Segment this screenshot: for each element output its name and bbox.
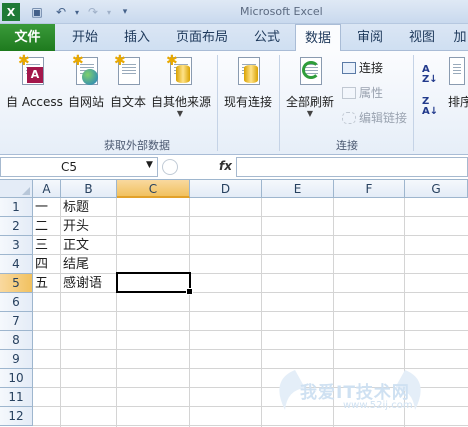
active-cell-c5[interactable] (116, 272, 193, 295)
name-box[interactable]: C5 (0, 157, 158, 177)
expand-formula-icon[interactable] (162, 159, 178, 175)
column-header-c[interactable]: C (117, 180, 190, 198)
from-access-button[interactable]: ✱ A 自 Access (6, 53, 63, 129)
tab-view[interactable]: 视图 (399, 24, 445, 51)
row-header-5[interactable]: 5 (0, 274, 33, 293)
grid-line (33, 216, 468, 217)
row-header-2[interactable]: 2 (0, 217, 33, 236)
database-icon (244, 65, 258, 83)
database-icon (176, 65, 190, 83)
grid-line (33, 349, 468, 350)
save-icon[interactable]: ▣ (28, 3, 46, 21)
chevron-down-icon: ▼ (176, 109, 184, 118)
grid-line (261, 198, 262, 427)
sort-az-icon[interactable]: A Z↓ (422, 65, 438, 85)
row-header-9[interactable]: 9 (0, 350, 33, 369)
cell-a2[interactable]: 二 (33, 217, 48, 236)
tab-formulas[interactable]: 公式 (244, 24, 290, 51)
cell-a3[interactable]: 三 (33, 236, 48, 255)
cell-b3[interactable]: 正文 (61, 236, 89, 255)
connections-button[interactable]: 连接 (342, 59, 383, 76)
column-header-d[interactable]: D (190, 180, 262, 198)
chevron-down-icon[interactable]: ▼ (146, 160, 153, 170)
column-header-e[interactable]: E (262, 180, 334, 198)
separator (279, 55, 280, 151)
column-header-a[interactable]: A (33, 180, 61, 198)
cell-a4[interactable]: 四 (33, 255, 48, 274)
from-text-button[interactable]: ✱ 自文本 (108, 53, 148, 129)
group-label-get-external-data: 获取外部数据 (104, 139, 170, 152)
cell-b5[interactable]: 感谢语 (61, 274, 102, 293)
window-title: Microsoft Excel (240, 5, 323, 18)
formula-input[interactable] (236, 157, 468, 177)
chevron-down-icon: ▼ (306, 109, 314, 118)
watermark-url: www.52ij.com (343, 400, 413, 411)
cell-a5[interactable]: 五 (33, 274, 48, 293)
row-header-12[interactable]: 12 (0, 407, 33, 426)
insert-function-icon[interactable]: fx (219, 159, 232, 173)
grid-line (33, 425, 468, 426)
link-icon (342, 112, 356, 124)
tab-home[interactable]: 开始 (62, 24, 108, 51)
formula-bar: C5 ▼ fx (0, 155, 468, 180)
connections-icon (342, 62, 356, 74)
excel-window: X ▣ ↶ ▾ ↷ ▾ ▾ Microsoft Excel 文件 开始 插入 页… (0, 0, 468, 427)
watermark: 我爱IT技术网 www.52ij.com (265, 360, 435, 420)
cell-a1[interactable]: 一 (33, 198, 48, 217)
separator (217, 55, 218, 151)
row-header-3[interactable]: 3 (0, 236, 33, 255)
ribbon-data: ✱ A 自 Access ✱ 自网站 ✱ 自文本 ✱ 自其他来源 ▼ 现有连接 获… (0, 51, 468, 155)
refresh-icon (302, 61, 320, 79)
row-header-7[interactable]: 7 (0, 312, 33, 331)
row-header-10[interactable]: 10 (0, 369, 33, 388)
excel-app-icon[interactable]: X (2, 3, 20, 21)
grid-line (33, 330, 468, 331)
tab-data[interactable]: 数据 (295, 24, 341, 52)
properties-icon (342, 87, 356, 99)
cell-b1[interactable]: 标题 (61, 198, 89, 217)
select-all-corner[interactable] (0, 180, 33, 198)
row-header-8[interactable]: 8 (0, 331, 33, 350)
grid-line (33, 311, 468, 312)
from-other-sources-button[interactable]: ✱ 自其他来源 ▼ (151, 53, 211, 129)
row-header-11[interactable]: 11 (0, 388, 33, 407)
properties-button[interactable]: 属性 (342, 84, 383, 101)
grid-line (189, 198, 190, 427)
group-label-connections: 连接 (336, 139, 358, 152)
title-bar: X ▣ ↶ ▾ ↷ ▾ ▾ Microsoft Excel (0, 0, 468, 24)
row-header-6[interactable]: 6 (0, 293, 33, 312)
cell-b4[interactable]: 结尾 (61, 255, 89, 274)
grid-line (33, 254, 468, 255)
row-header-4[interactable]: 4 (0, 255, 33, 274)
ribbon-tabs: 文件 开始 插入 页面布局 公式 数据 审阅 视图 加 (0, 24, 468, 52)
tab-review[interactable]: 审阅 (347, 24, 393, 51)
tab-addins[interactable]: 加 (452, 24, 468, 51)
separator (413, 55, 414, 151)
sort-za-icon[interactable]: Z A↓ (422, 97, 438, 117)
column-header-g[interactable]: G (405, 180, 468, 198)
access-icon: A (27, 67, 43, 83)
customize-qat-icon[interactable]: ▾ (116, 3, 134, 21)
from-web-button[interactable]: ✱ 自网站 (66, 53, 106, 129)
globe-icon (82, 69, 98, 85)
edit-links-button[interactable]: 编辑链接 (342, 109, 407, 126)
grid-line (116, 198, 117, 427)
existing-connections-button[interactable]: 现有连接 (224, 53, 272, 129)
row-header-1[interactable]: 1 (0, 198, 33, 217)
sort-button[interactable]: 排序 (446, 53, 468, 129)
tab-file[interactable]: 文件 (0, 24, 55, 51)
refresh-all-button[interactable]: 全部刷新 ▼ (286, 53, 334, 129)
tab-insert[interactable]: 插入 (114, 24, 160, 51)
column-header-b[interactable]: B (61, 180, 117, 198)
column-header-f[interactable]: F (334, 180, 405, 198)
cell-b2[interactable]: 开头 (61, 217, 89, 236)
grid-line (33, 235, 468, 236)
tab-page-layout[interactable]: 页面布局 (166, 24, 238, 51)
